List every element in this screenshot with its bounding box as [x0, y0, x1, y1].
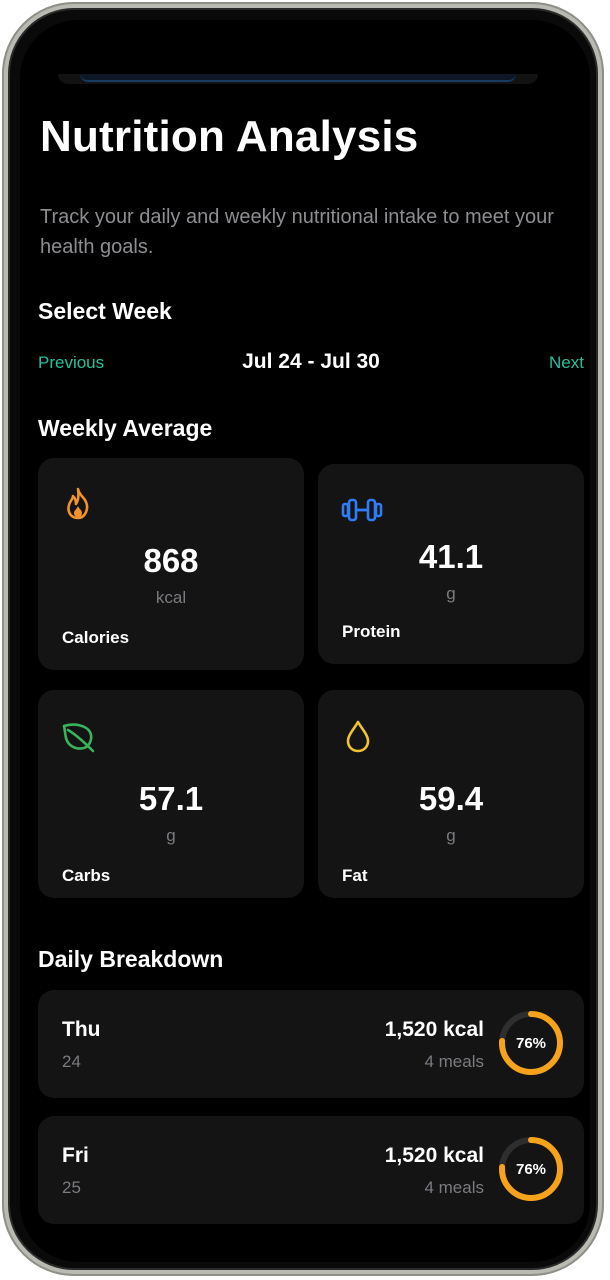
calories-value: 868 [143, 542, 199, 579]
day-name: Fri [62, 1144, 89, 1167]
scroll-top-edge [58, 74, 538, 84]
week-range-label: Jul 24 - Jul 30 [242, 350, 380, 373]
fat-card: 59.4 g Fat [318, 690, 584, 898]
carbs-card: 57.1 g Carbs [38, 690, 304, 898]
phone-bezel: Nutrition Analysis Track your daily and … [8, 8, 598, 1270]
select-week-heading: Select Week [38, 298, 172, 324]
drop-icon [346, 720, 370, 753]
weekly-average-heading: Weekly Average [38, 415, 213, 441]
fat-label: Fat [342, 866, 368, 885]
carbs-value: 57.1 [138, 780, 204, 817]
page-title: Nutrition Analysis [40, 112, 419, 161]
fat-unit: g [446, 826, 456, 845]
page-subtitle: Track your daily and weekly nutritional … [40, 206, 554, 258]
progress-ring: 76% [499, 1137, 563, 1201]
day-meals: 4 meals [424, 1052, 484, 1071]
daily-breakdown-heading: Daily Breakdown [38, 946, 224, 972]
phone-frame: Nutrition Analysis Track your daily and … [2, 2, 604, 1276]
screen: Nutrition Analysis Track your daily and … [20, 20, 590, 1262]
carbs-label: Carbs [62, 866, 111, 885]
carbs-unit: g [166, 826, 176, 845]
protein-value: 41.1 [418, 538, 484, 575]
day-kcal: 1,520 kcal [384, 1018, 484, 1041]
day-meals: 4 meals [424, 1178, 484, 1197]
protein-card: 41.1 g Protein [318, 464, 584, 664]
calories-unit: kcal [155, 588, 187, 607]
day-kcal: 1,520 kcal [384, 1144, 484, 1167]
day-date: 24 [62, 1052, 81, 1071]
protein-label: Protein [342, 622, 401, 641]
calories-label: Calories [62, 628, 130, 647]
progress-ring: 76% [499, 1011, 563, 1075]
dumbbell-icon [341, 498, 383, 522]
fat-value: 59.4 [418, 780, 484, 817]
week-selector: Previous Jul 24 - Jul 30 Next [38, 350, 584, 384]
flame-icon [67, 487, 89, 520]
day-row-fri[interactable]: Fri 25 1,520 kcal 4 meals 76% [38, 1116, 584, 1224]
day-date: 25 [62, 1178, 81, 1197]
progress-percent: 76% [516, 1161, 546, 1178]
day-name: Thu [62, 1018, 101, 1041]
next-week-button[interactable]: Next [549, 353, 584, 373]
leaf-icon [62, 723, 95, 753]
protein-unit: g [446, 584, 456, 603]
calories-card: 868 kcal Calories [38, 458, 304, 670]
day-row-thu[interactable]: Thu 24 1,520 kcal 4 meals 76% [38, 990, 584, 1098]
progress-percent: 76% [516, 1035, 546, 1052]
